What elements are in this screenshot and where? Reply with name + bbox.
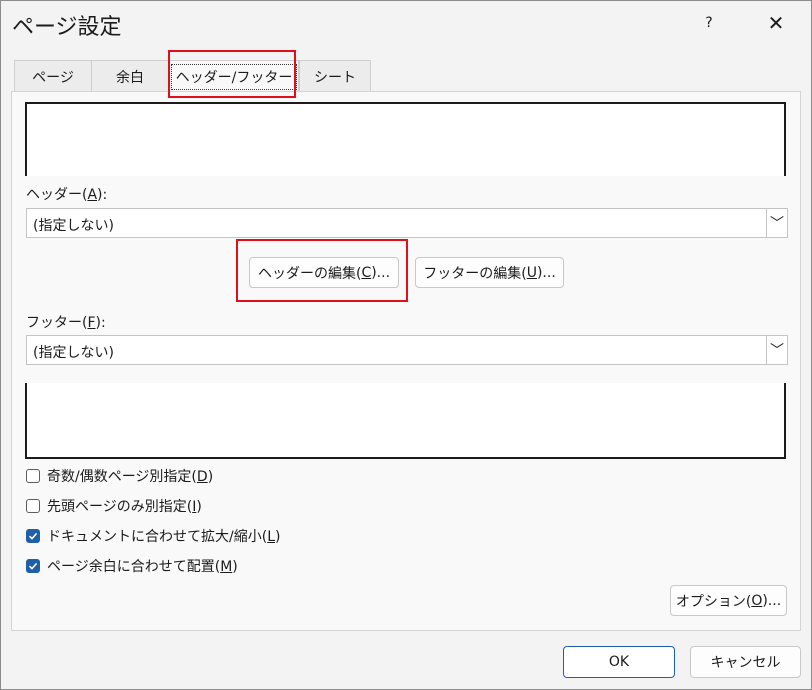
checkbox-label: ページ余白に合わせて配置(M) bbox=[47, 559, 238, 575]
ok-button[interactable]: OK bbox=[563, 646, 675, 678]
tab-page-label: ページ bbox=[32, 69, 74, 86]
header-select[interactable]: (指定しない) ﹀ bbox=[26, 208, 788, 238]
checkmark-icon bbox=[28, 562, 38, 570]
checkbox-label: 奇数/偶数ページ別指定(D) bbox=[47, 469, 214, 485]
edit-footer-button[interactable]: フッターの編集(U)... bbox=[415, 257, 564, 288]
tab-header-footer[interactable]: ヘッダー/フッター bbox=[169, 60, 299, 93]
checkbox-box[interactable] bbox=[26, 499, 40, 513]
chevron-down-icon[interactable]: ﹀ bbox=[766, 209, 787, 237]
checkmark-icon bbox=[28, 532, 38, 540]
checkbox-scale-with-document[interactable]: ドキュメントに合わせて拡大/縮小(L) bbox=[26, 526, 280, 546]
checkbox-first-page[interactable]: 先頭ページのみ別指定(I) bbox=[26, 496, 202, 516]
checkbox-odd-even[interactable]: 奇数/偶数ページ別指定(D) bbox=[26, 466, 213, 486]
footer-label: フッター(F): bbox=[26, 315, 106, 331]
header-preview bbox=[25, 102, 786, 176]
dialog-title: ページ設定 bbox=[12, 15, 122, 40]
tab-margins[interactable]: 余白 bbox=[91, 60, 169, 92]
help-button[interactable]: ? bbox=[697, 11, 721, 35]
tab-sheet-label: シート bbox=[314, 69, 356, 86]
checkbox-label: 先頭ページのみ別指定(I) bbox=[47, 499, 202, 515]
tab-bar: ページ 余白 ヘッダー/フッター シート bbox=[11, 60, 801, 93]
checkbox-label: ドキュメントに合わせて拡大/縮小(L) bbox=[47, 529, 281, 545]
options-button[interactable]: オプション(O)... bbox=[670, 585, 787, 616]
checkbox-align-with-margins[interactable]: ページ余白に合わせて配置(M) bbox=[26, 556, 238, 576]
footer-preview bbox=[25, 383, 786, 459]
checkbox-box[interactable] bbox=[26, 559, 40, 573]
footer-select[interactable]: (指定しない) ﹀ bbox=[26, 335, 788, 365]
tab-margins-label: 余白 bbox=[116, 69, 144, 86]
tab-page[interactable]: ページ bbox=[14, 60, 92, 92]
header-label: ヘッダー(A): bbox=[26, 187, 108, 203]
checkbox-box[interactable] bbox=[26, 529, 40, 543]
checkbox-box[interactable] bbox=[26, 469, 40, 483]
tab-header-footer-label: ヘッダー/フッター bbox=[170, 64, 298, 90]
cancel-button[interactable]: キャンセル bbox=[690, 646, 801, 678]
footer-select-value: (指定しない) bbox=[33, 345, 114, 361]
close-button[interactable]: ✕ bbox=[764, 11, 788, 35]
edit-header-button[interactable]: ヘッダーの編集(C)... bbox=[249, 257, 399, 288]
tab-sheet[interactable]: シート bbox=[299, 60, 371, 92]
page-setup-dialog: ページ設定 ? ✕ ページ 余白 ヘッダー/フッター シート ヘッダー(A): … bbox=[0, 0, 812, 690]
header-select-value: (指定しない) bbox=[33, 218, 114, 234]
chevron-down-icon[interactable]: ﹀ bbox=[766, 336, 787, 364]
